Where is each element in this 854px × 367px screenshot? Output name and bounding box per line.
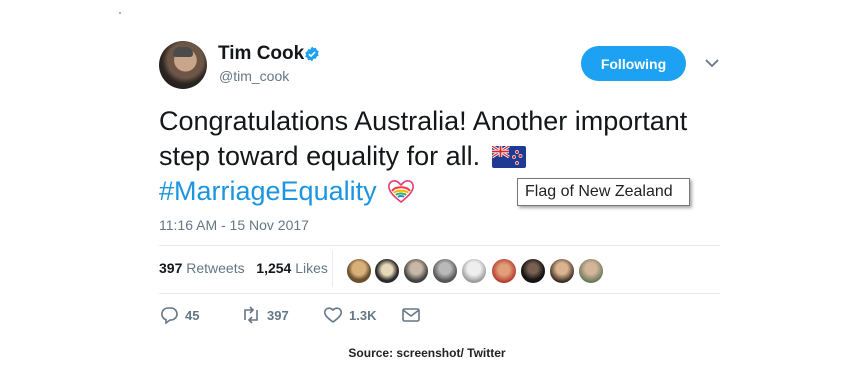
like-icon xyxy=(323,307,343,323)
retweet-icon xyxy=(244,306,258,324)
retweets-count: 397 xyxy=(159,260,183,276)
liker-avatar[interactable] xyxy=(491,258,517,284)
liker-avatar[interactable] xyxy=(461,258,487,284)
artifact-dot xyxy=(119,12,121,14)
avatar[interactable] xyxy=(159,41,207,89)
reply-button[interactable]: 45 xyxy=(159,306,199,324)
likes-count: 1,254 xyxy=(256,260,292,276)
liker-avatar[interactable] xyxy=(432,258,458,284)
retweets-label: Retweets xyxy=(186,260,245,276)
verified-badge-icon xyxy=(305,46,319,62)
author-name[interactable]: Tim Cook xyxy=(218,43,304,65)
tweet-text-line2: step toward equality for all. xyxy=(159,141,481,171)
liker-avatar[interactable] xyxy=(520,258,546,284)
tooltip-flag: Flag of New Zealand xyxy=(517,178,690,206)
tweet-timestamp[interactable]: 11:16 AM - 15 Nov 2017 xyxy=(159,217,309,233)
retweet-count: 397 xyxy=(267,307,289,323)
liker-avatar[interactable] xyxy=(374,258,400,284)
stats-divider xyxy=(332,251,333,287)
reply-count: 45 xyxy=(185,307,200,323)
chevron-down-icon[interactable] xyxy=(705,58,719,68)
direct-message-icon xyxy=(402,308,420,322)
like-count: 1.3K xyxy=(349,307,377,323)
tweet-stats: 397 Retweets 1,254 Likes xyxy=(159,260,328,276)
divider-bottom xyxy=(159,293,720,294)
hashtag-link[interactable]: #MarriageEquality xyxy=(159,176,377,206)
author-handle[interactable]: @tim_cook xyxy=(219,68,289,84)
liker-avatar[interactable] xyxy=(578,258,604,284)
tweet-text-line1: Congratulations Australia! Another impor… xyxy=(159,106,688,136)
divider-top xyxy=(159,245,720,246)
reply-icon xyxy=(161,307,178,324)
direct-message-button[interactable] xyxy=(401,306,421,324)
new-zealand-flag-emoji xyxy=(491,146,526,168)
likes-stat[interactable]: 1,254 Likes xyxy=(256,260,328,276)
retweet-button[interactable]: 397 xyxy=(241,306,289,324)
like-button[interactable]: 1.3K xyxy=(323,306,376,324)
liker-avatar[interactable] xyxy=(403,258,429,284)
likes-label: Likes xyxy=(295,260,328,276)
following-button[interactable]: Following xyxy=(581,46,686,81)
liker-avatar[interactable] xyxy=(346,258,372,284)
rainbow-heart-emoji xyxy=(388,180,415,204)
source-caption: Source: screenshot/ Twitter xyxy=(348,346,506,360)
retweets-stat[interactable]: 397 Retweets xyxy=(159,260,245,276)
liker-avatar[interactable] xyxy=(549,258,575,284)
